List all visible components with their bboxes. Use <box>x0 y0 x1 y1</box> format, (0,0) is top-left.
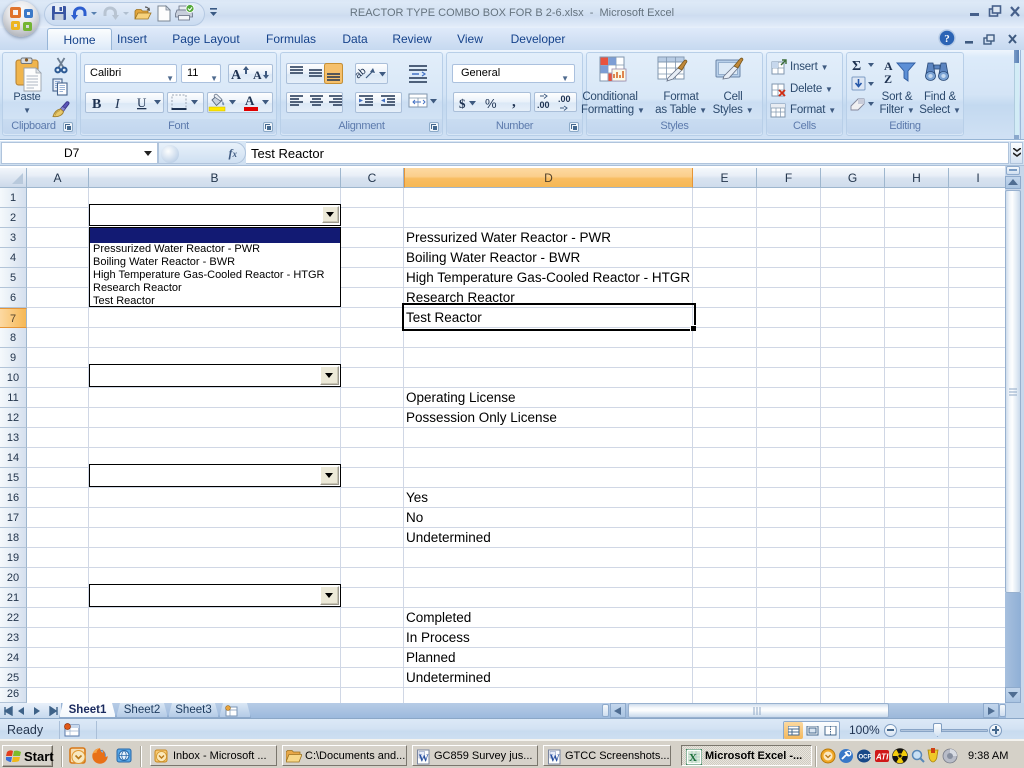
svg-text:Z: Z <box>884 72 892 86</box>
svg-text:A: A <box>884 59 893 73</box>
svg-text:,: , <box>512 94 516 110</box>
svg-text:%: % <box>485 96 497 111</box>
svg-text:A: A <box>231 68 242 83</box>
svg-text:ATI: ATI <box>875 753 889 762</box>
svg-text:.00: .00 <box>537 100 550 110</box>
svg-text:Σ: Σ <box>852 59 861 74</box>
svg-text:?: ? <box>944 33 950 45</box>
svg-text:W: W <box>419 754 429 765</box>
svg-text:U: U <box>137 95 147 110</box>
svg-text:$: $ <box>459 96 466 111</box>
svg-text:I: I <box>114 97 121 112</box>
svg-text:B: B <box>92 97 101 112</box>
svg-text:A: A <box>245 93 255 108</box>
svg-text:.00: .00 <box>558 94 571 104</box>
svg-text:W: W <box>550 754 560 765</box>
svg-text:X: X <box>689 752 697 764</box>
svg-text:ab: ab <box>353 65 369 81</box>
svg-text:A: A <box>253 68 262 82</box>
svg-text:OCP: OCP <box>859 755 872 761</box>
